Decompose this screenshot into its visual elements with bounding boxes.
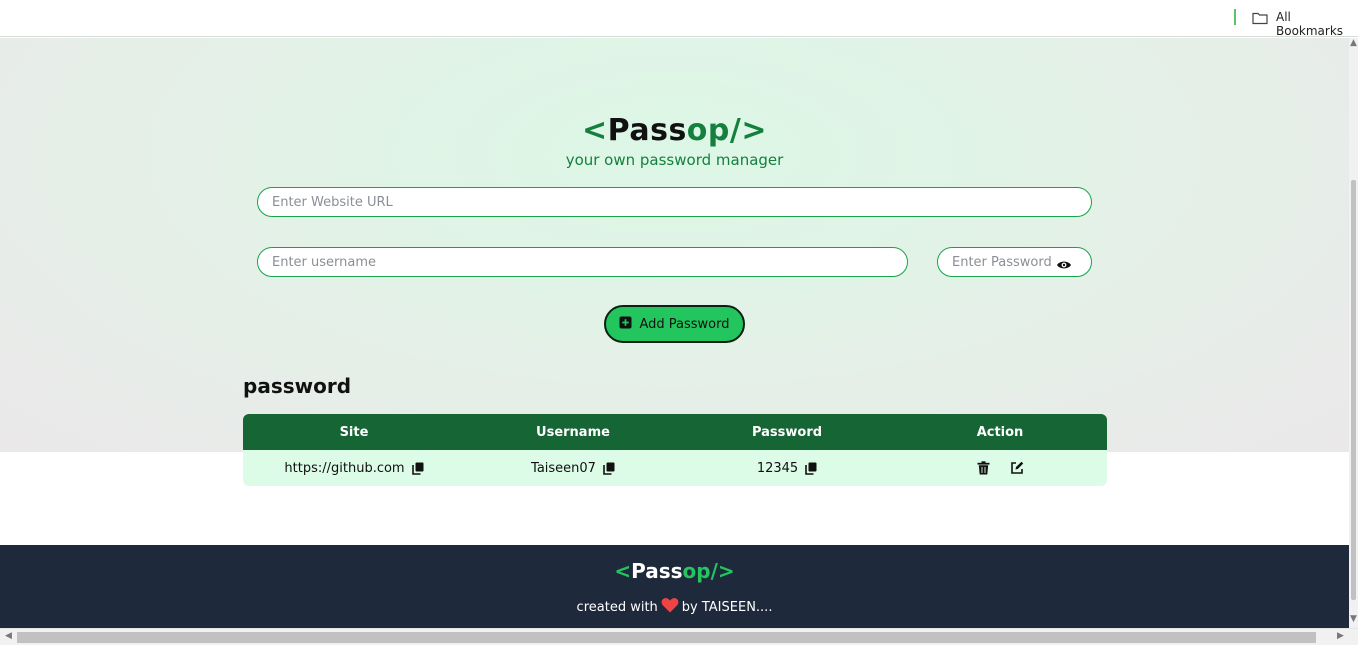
- cell-site: https://github.com: [243, 450, 465, 486]
- footer-logo: <Passop/>: [0, 559, 1349, 583]
- scroll-right-arrow-icon[interactable]: ▶: [1337, 631, 1344, 641]
- add-password-label: Add Password: [639, 316, 730, 332]
- add-password-button[interactable]: Add Password: [604, 305, 745, 343]
- horizontal-scroll-thumb[interactable]: [17, 632, 1316, 643]
- passwords-table: Site Username Password Action https://gi…: [243, 414, 1107, 486]
- logo-close-bracket: >: [741, 113, 767, 148]
- logo-open-bracket: <: [582, 113, 608, 148]
- footer-logo-pass: Pass: [631, 559, 683, 583]
- scroll-down-arrow-icon[interactable]: ▼: [1350, 614, 1357, 624]
- cell-password: 12345: [681, 450, 893, 486]
- site-link[interactable]: https://github.com: [284, 461, 404, 476]
- column-header-action: Action: [976, 424, 1024, 440]
- table-row: https://github.com Taiseen07 12345: [243, 450, 1107, 486]
- scroll-left-arrow-icon[interactable]: ◀: [5, 631, 12, 641]
- all-bookmarks-link[interactable]: All Bookmarks: [1276, 10, 1358, 38]
- copy-icon[interactable]: [805, 462, 817, 475]
- logo-pass: Pass: [607, 113, 687, 148]
- plus-square-icon: [619, 316, 632, 333]
- scroll-up-arrow-icon[interactable]: ▲: [1350, 38, 1357, 48]
- bookmarks-bar: All Bookmarks: [0, 0, 1358, 38]
- copy-icon[interactable]: [603, 462, 615, 475]
- table-header: Site Username Password Action: [243, 414, 1107, 450]
- eye-icon[interactable]: [1056, 256, 1072, 275]
- main-background: [0, 38, 1349, 452]
- column-header-username: Username: [536, 424, 610, 440]
- trash-icon[interactable]: [977, 461, 990, 475]
- folder-icon[interactable]: [1252, 10, 1268, 29]
- password-value: 12345: [756, 460, 799, 476]
- cell-username: Taiseen07: [465, 450, 681, 486]
- app-logo: <Passop/>: [0, 113, 1349, 148]
- horizontal-scrollbar[interactable]: ◀ ▶: [0, 628, 1358, 645]
- footer-logo-close: >: [717, 559, 735, 583]
- credit-prefix: created with: [576, 599, 658, 615]
- edit-icon[interactable]: [1010, 461, 1024, 475]
- footer-logo-open: <: [614, 559, 632, 583]
- username-value: Taiseen07: [531, 460, 596, 476]
- vertical-scroll-thumb[interactable]: [1351, 180, 1356, 600]
- app-subtitle: your own password manager: [565, 151, 784, 169]
- passwords-section-title: password: [243, 374, 352, 398]
- vertical-scrollbar[interactable]: ▲ ▼: [1349, 38, 1358, 628]
- column-header-site: Site: [339, 424, 369, 440]
- heart-icon: [661, 597, 679, 617]
- column-header-password: Password: [751, 424, 823, 440]
- credit-suffix: by TAISEEN....: [681, 599, 773, 615]
- bookmarks-divider: [1234, 9, 1236, 25]
- password-field: [937, 247, 1092, 277]
- copy-icon[interactable]: [411, 462, 424, 475]
- username-input[interactable]: [257, 247, 908, 277]
- cell-actions: [893, 450, 1107, 486]
- footer-credit: created with by TAISEEN....: [0, 597, 1349, 617]
- footer: <Passop/> created with by TAISEEN....: [0, 545, 1349, 628]
- logo-op: op/: [686, 113, 742, 148]
- website-url-input[interactable]: [257, 187, 1092, 217]
- footer-logo-op: op/: [682, 559, 718, 583]
